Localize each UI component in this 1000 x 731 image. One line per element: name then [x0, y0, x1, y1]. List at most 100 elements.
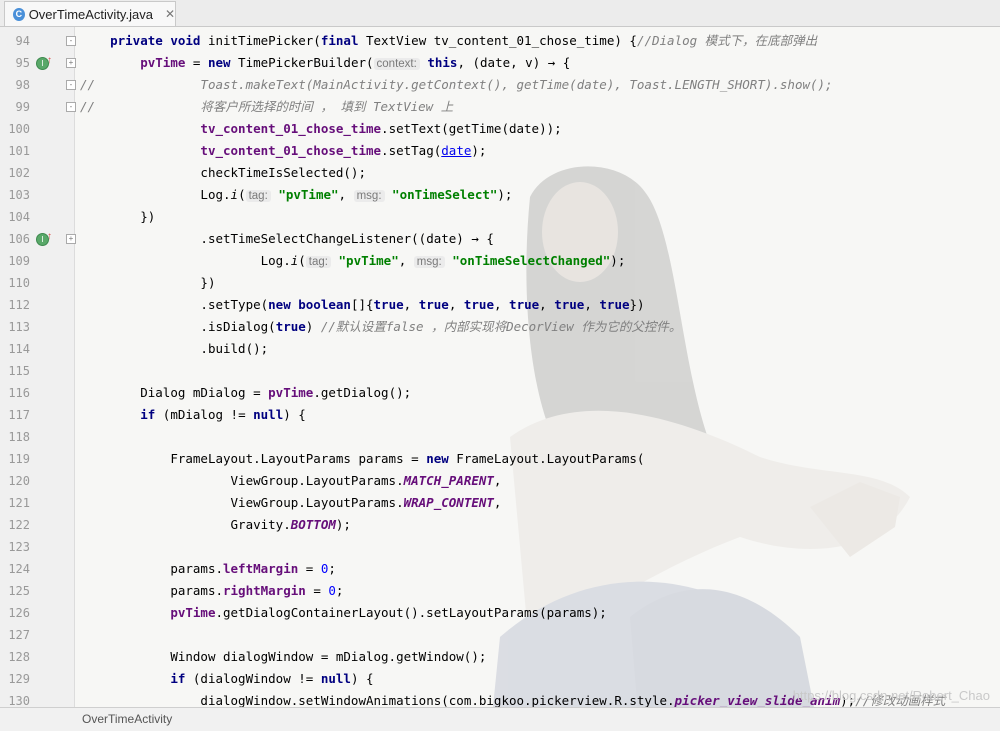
code-token: ) { — [283, 407, 306, 422]
code-token: ) — [305, 319, 321, 334]
line-number: 118 — [8, 430, 30, 444]
code-token: .build(); — [200, 341, 269, 356]
code-line[interactable]: 100 tv_content_01_chose_time.setText(get… — [0, 118, 1000, 140]
code-token: , — [584, 297, 600, 312]
code-text: Window dialogWindow = mDialog.getWindow(… — [80, 646, 486, 668]
code-line[interactable]: 124 params.leftMargin = 0; — [0, 558, 1000, 580]
code-token: 0 — [328, 583, 336, 598]
code-text: params.leftMargin = 0; — [80, 558, 336, 580]
code-line[interactable]: 129 if (dialogWindow != null) { — [0, 668, 1000, 690]
code-line[interactable]: 117 if (mDialog != null) { — [0, 404, 1000, 426]
code-line[interactable]: 112 .setType(new boolean[]{true, true, t… — [0, 294, 1000, 316]
parameter-hint: msg: — [353, 190, 385, 202]
code-text: Log.i(tag: "pvTime", msg: "onTimeSelect"… — [80, 184, 512, 207]
line-number: 117 — [8, 408, 30, 422]
tab-overtimeactivity[interactable]: C OverTimeActivity.java ✕ — [4, 1, 176, 26]
fold-expand-icon[interactable]: + — [66, 234, 76, 244]
code-line[interactable]: 106 I ↑ + .setTimeSelectChangeListener((dat… — [0, 228, 1000, 250]
line-number: 130 — [8, 694, 30, 707]
code-token: ; — [335, 583, 344, 598]
line-number: 99 — [15, 100, 30, 114]
code-token: 将客户所选择的时间 ， 填到 TextView 上 — [200, 99, 454, 114]
breadcrumb-bar: OverTimeActivity https://blog.csdn.net/R… — [0, 688, 1000, 731]
code-token: , (date, v) → { — [457, 55, 571, 70]
code-line[interactable]: 125 params.rightMargin = 0; — [0, 580, 1000, 602]
code-line[interactable]: 113 .isDialog(true) //默认设置false ，内部实现将De… — [0, 316, 1000, 338]
code-token: params. — [170, 561, 223, 576]
implements-method-icon[interactable]: I ↑ — [36, 55, 52, 70]
code-token: pvTime — [170, 605, 216, 620]
code-token: FrameLayout.LayoutParams params = — [170, 451, 427, 466]
code-line[interactable]: 103 Log.i(tag: "pvTime", msg: "onTimeSel… — [0, 184, 1000, 206]
code-token: leftMargin — [223, 561, 299, 576]
code-line[interactable]: 122 Gravity.BOTTOM); — [0, 514, 1000, 536]
code-line[interactable]: 126 pvTime.getDialogContainerLayout().se… — [0, 602, 1000, 624]
breadcrumb[interactable]: OverTimeActivity — [82, 712, 172, 726]
fold-collapse-icon[interactable]: - — [66, 36, 76, 46]
code-line[interactable]: 128 Window dialogWindow = mDialog.getWin… — [0, 646, 1000, 668]
code-token: new — [207, 55, 231, 70]
code-token: checkTimeIsSelected(); — [200, 165, 366, 180]
code-token: new boolean — [268, 297, 351, 312]
code-line[interactable]: 114 .build(); — [0, 338, 1000, 360]
parameter-hint: tag: — [245, 190, 271, 202]
code-text: }) — [80, 206, 155, 228]
code-line[interactable]: 120 ViewGroup.LayoutParams.MATCH_PARENT, — [0, 470, 1000, 492]
line-number: 114 — [8, 342, 30, 356]
code-token: []{ — [350, 297, 374, 312]
code-line[interactable]: 102 checkTimeIsSelected(); — [0, 162, 1000, 184]
code-token: }) — [629, 297, 645, 312]
code-token: TextView tv_content_01_chose_time) { — [358, 33, 637, 48]
code-editor[interactable]: 94 - private void initTimePicker(final Te… — [0, 27, 1000, 707]
line-number: 115 — [8, 364, 30, 378]
code-line[interactable]: 110 }) — [0, 272, 1000, 294]
code-token: TimePickerBuilder( — [230, 55, 374, 70]
code-token: , — [448, 297, 464, 312]
code-line[interactable]: 123 — [0, 536, 1000, 558]
line-number: 125 — [8, 584, 30, 598]
fold-collapse-icon[interactable]: - — [66, 80, 76, 90]
code-line[interactable]: 116 Dialog mDialog = pvTime.getDialog(); — [0, 382, 1000, 404]
code-token: rightMargin — [223, 583, 306, 598]
fold-expand-icon[interactable]: + — [66, 58, 76, 68]
code-line[interactable]: 119 FrameLayout.LayoutParams params = ne… — [0, 448, 1000, 470]
code-line[interactable]: 98 -// Toast.makeText(MainActivity.getCon… — [0, 74, 1000, 96]
fold-collapse-icon[interactable]: - — [66, 102, 76, 112]
code-token: this — [427, 55, 458, 70]
code-line[interactable]: 115 — [0, 360, 1000, 382]
code-text: Dialog mDialog = pvTime.getDialog(); — [80, 382, 411, 404]
code-token: null — [253, 407, 284, 422]
code-line[interactable]: 95 I ↑ + pvTime = new TimePickerBuilder(con… — [0, 52, 1000, 74]
code-text: pvTime = new TimePickerBuilder(context: … — [80, 52, 570, 75]
code-line[interactable]: 109 Log.i(tag: "pvTime", msg: "onTimeSel… — [0, 250, 1000, 272]
code-line[interactable]: 99 -// 将客户所选择的时间 ， 填到 TextView 上 — [0, 96, 1000, 118]
code-token: ) { — [350, 671, 374, 686]
code-token: .getDialogContainerLayout().setLayoutPar… — [215, 605, 607, 620]
code-token: true — [418, 297, 449, 312]
code-line[interactable]: 121 ViewGroup.LayoutParams.WRAP_CONTENT, — [0, 492, 1000, 514]
code-line[interactable]: 118 — [0, 426, 1000, 448]
implements-method-icon[interactable]: I ↑ — [36, 231, 52, 246]
code-token: "pvTime" — [278, 187, 339, 202]
code-token: .getDialog(); — [313, 385, 412, 400]
code-line[interactable]: 104 }) — [0, 206, 1000, 228]
code-line[interactable]: 101 tv_content_01_chose_time.setTag(date… — [0, 140, 1000, 162]
code-line[interactable]: 127 — [0, 624, 1000, 646]
code-token: tv_content_01_chose_time — [200, 121, 382, 136]
code-token: initTimePicker( — [200, 33, 321, 48]
code-line[interactable]: 94 - private void initTimePicker(final Te… — [0, 30, 1000, 52]
line-number: 103 — [8, 188, 30, 202]
code-text: .build(); — [80, 338, 268, 360]
code-text: .setType(new boolean[]{true, true, true,… — [80, 294, 645, 316]
parameter-hint: msg: — [413, 256, 445, 268]
code-token: , — [493, 495, 502, 510]
code-token: if — [140, 407, 156, 422]
close-icon[interactable]: ✕ — [165, 7, 175, 21]
